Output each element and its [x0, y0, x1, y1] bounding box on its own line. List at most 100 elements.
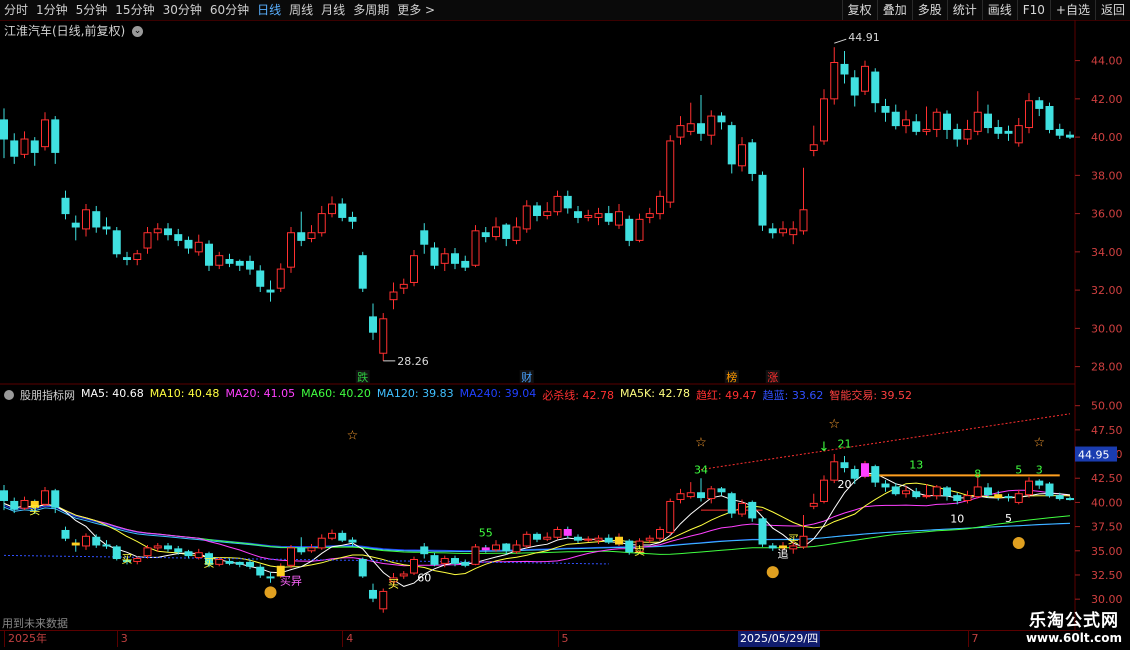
watermark: 乐淘公式网 www.60lt.com — [1026, 606, 1122, 645]
candle-body — [10, 140, 19, 157]
candle-body — [502, 224, 511, 239]
sub-candle-body — [461, 561, 470, 566]
sub-candle-body — [656, 529, 664, 539]
signal-label: 买 — [388, 578, 399, 591]
indicator-value-0: MA5: 40.68 — [81, 387, 144, 400]
candle-body — [481, 232, 490, 238]
candle-body — [215, 255, 224, 266]
sub-candle-body — [369, 589, 377, 599]
candle-body — [307, 232, 316, 239]
candle-body — [789, 228, 798, 236]
sub-candle-body — [553, 529, 562, 538]
sub-candle-body — [953, 495, 962, 501]
candle-body — [194, 241, 203, 253]
signal-label: 买异 — [280, 575, 302, 588]
candle-body — [410, 255, 418, 283]
candle-body — [153, 228, 162, 234]
sub-candle-body — [666, 500, 675, 533]
sub-candle-body — [266, 576, 275, 579]
candle-body — [871, 71, 880, 104]
sub-candle-body — [984, 487, 992, 496]
sub-candle-body — [840, 462, 849, 469]
count-label: 21 — [838, 437, 852, 450]
ma10-line — [3, 482, 1071, 576]
sub-candle-body — [102, 544, 111, 547]
candle-body — [994, 127, 1003, 134]
event-tag: 跌 — [357, 370, 368, 384]
sub-candle-body — [481, 547, 490, 551]
candle-body — [41, 119, 49, 148]
count-label: 20 — [838, 478, 852, 491]
candle-body — [420, 230, 429, 245]
sub-candle-body — [235, 561, 244, 565]
indicator-value-7: MA5K: 42.78 — [620, 387, 690, 400]
event-tag: 涨 — [767, 371, 778, 384]
sub-candle-body — [502, 543, 511, 552]
candle-body — [430, 247, 439, 266]
candle-body — [256, 270, 265, 287]
candle-body — [358, 255, 367, 289]
sub-candle-body — [20, 499, 29, 509]
candle-body — [707, 115, 716, 136]
sub-candle-body — [358, 558, 367, 577]
sub-candle-body — [430, 555, 439, 565]
signal-label: 买 — [122, 552, 133, 565]
price-tick-label: 40.00 — [1091, 131, 1123, 144]
sub-tick-label: 35.00 — [1091, 545, 1123, 558]
sub-candle-body — [922, 495, 931, 498]
sub-candle-body — [912, 491, 921, 498]
candle-body — [235, 260, 244, 266]
sub-candle-body — [82, 535, 90, 547]
indicator-menu-icon[interactable] — [4, 390, 14, 400]
count-label: 34 — [694, 463, 708, 476]
candle-body — [102, 226, 111, 230]
sub-tick-label: 32.50 — [1091, 569, 1123, 582]
sub-candle-body — [727, 493, 736, 514]
candle-body — [112, 230, 121, 255]
sub-candle-body — [328, 532, 336, 539]
sub-candle-body — [133, 558, 142, 562]
candle-body — [123, 257, 131, 261]
person-icon: ☆ — [828, 417, 840, 432]
candle-body — [697, 123, 705, 134]
candle-body — [492, 226, 500, 238]
candle-body — [738, 144, 746, 167]
date-axis: 2025年345672025/05/29/四 — [0, 630, 1080, 647]
indicator-value-1: MA10: 40.48 — [149, 387, 220, 400]
indicator-name[interactable]: 股朋指标网 — [20, 387, 75, 403]
candle-body — [287, 232, 295, 268]
sub-candle-body — [604, 537, 613, 543]
candle-body — [625, 218, 634, 241]
candle-body — [369, 316, 377, 333]
candle-body — [645, 213, 654, 218]
sub-tick-label: 47.50 — [1091, 424, 1123, 437]
event-tag: 财 — [521, 370, 532, 384]
candle-body — [61, 197, 70, 215]
candle-body — [451, 253, 459, 264]
sub-candle-body — [164, 545, 172, 550]
sub-candle-body — [1066, 498, 1074, 501]
candle-body — [963, 128, 972, 140]
sub-candle-body — [738, 502, 746, 515]
sub-candle-body — [194, 552, 203, 559]
indicator-value-10: 智能交易: 39.52 — [829, 389, 913, 402]
sub-candle-body — [522, 533, 531, 547]
candle-body — [1014, 125, 1023, 144]
kline-chart[interactable]: 44.00 42.00 40.00 38.00 36.00 34.00 32.00 30.00… — [0, 0, 1130, 650]
ma240-line — [3, 504, 1071, 552]
ma20-line — [3, 489, 1071, 567]
sub-candle-body — [809, 502, 818, 507]
high-price-label: 44.91 — [848, 31, 880, 44]
price-tick-label: 38.00 — [1091, 169, 1123, 182]
candle-body — [850, 77, 859, 96]
candle-body — [225, 259, 234, 264]
candle-body — [799, 209, 808, 232]
candle-body — [984, 113, 992, 129]
ma120-line — [3, 506, 1071, 553]
sub-tick-label: 30.00 — [1091, 593, 1123, 606]
count-label: 8 — [974, 467, 981, 480]
candle-body — [973, 111, 982, 132]
candle-body — [51, 119, 60, 153]
candle-body — [82, 209, 90, 230]
indicator-legend: 股朋指标网 MA5: 40.68 MA10: 40.48 MA20: 41.05 MA… — [4, 387, 912, 403]
